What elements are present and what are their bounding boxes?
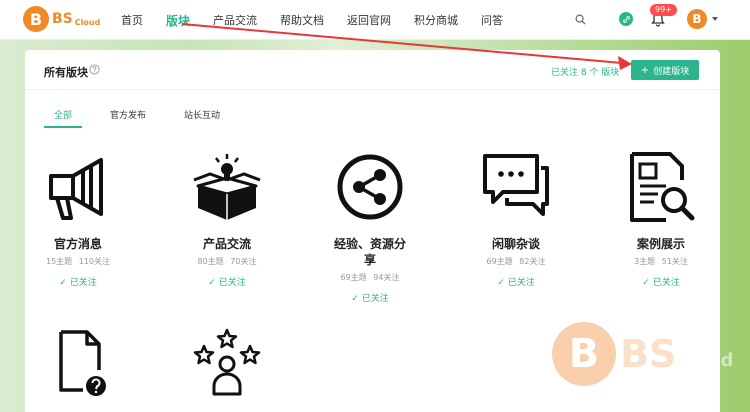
follow-status[interactable]: ✓ 已关注 [456,275,576,288]
board-stats: 69主题 94关注 [310,272,430,283]
board-card[interactable]: 案例展示 3主题 51关注 ✓ 已关注 [601,152,721,288]
watermark-text: BS [620,332,677,376]
page-title: 所有版块 [44,66,88,79]
panel-header: 所有版块 已关注 8 个 版块 + 创建版块 [25,50,720,90]
tab-official[interactable]: 官方发布 [100,102,156,128]
chat-bubbles-icon [483,154,549,216]
nav-official-site[interactable]: 返回官网 [347,12,391,28]
board-follows: 82关注 [519,257,546,266]
board-card[interactable] [167,328,287,402]
follow-label: 已关注 [69,278,97,288]
board-stats: 69主题 82关注 [456,256,576,267]
nav-product-exchange[interactable]: 产品交流 [213,12,257,28]
megaphone-icon [49,158,103,220]
open-box-icon [193,154,261,220]
board-stats: 15主题 110关注 [18,256,138,267]
link-icon[interactable] [619,12,633,26]
share-icon [337,154,403,220]
create-board-label: 创建版块 [653,66,690,77]
document-search-icon [630,152,695,222]
board-name[interactable]: 产品交流 [167,236,287,252]
board-name[interactable]: 经验、资源分享 [330,236,410,268]
nav-boards[interactable]: 版块 [166,12,190,29]
logo-text: BS [52,11,73,27]
follow-status[interactable]: ✓ 已关注 [601,275,721,288]
board-topics: 3主题 [634,257,656,266]
search-icon[interactable] [575,14,586,25]
board-topics: 69主题 [340,273,367,282]
board-name[interactable]: 官方消息 [18,236,138,252]
board-card[interactable]: 闲聊杂谈 69主题 82关注 ✓ 已关注 [456,152,576,288]
follow-status[interactable]: ✓ 已关注 [310,291,430,304]
board-card[interactable] [18,328,138,402]
logo-subtext: Cloud [74,17,101,27]
watermark-subtext: Cloud [676,350,734,371]
watermark-mark: B [552,322,616,386]
board-tabs: 全部 官方发布 站长互动 [44,102,248,128]
top-navbar: B BS Cloud 首页 版块 产品交流 帮助文档 返回官网 积分商城 问答 … [0,0,750,40]
nav-help-docs[interactable]: 帮助文档 [280,12,324,28]
tab-all[interactable]: 全部 [44,102,83,128]
follow-label: 已关注 [361,294,389,304]
logo-mark: B [23,6,49,32]
board-follows: 51关注 [661,257,688,266]
follow-label: 已关注 [218,278,246,288]
board-stats: 80主题 70关注 [167,256,287,267]
tab-webmaster[interactable]: 站长互动 [174,102,230,128]
board-topics: 80主题 [197,257,224,266]
board-card[interactable]: 经验、资源分享 69主题 94关注 ✓ 已关注 [310,152,430,304]
logo[interactable]: B BS Cloud [23,6,100,32]
board-card[interactable]: 产品交流 80主题 70关注 ✓ 已关注 [167,152,287,288]
board-topics: 15主题 [45,257,73,266]
follow-status[interactable]: ✓ 已关注 [167,275,287,288]
user-stars-icon [193,328,261,396]
follow-label: 已关注 [652,278,680,288]
nav-points-mall[interactable]: 积分商城 [414,12,458,28]
help-icon[interactable] [89,64,100,75]
avatar[interactable]: B [687,9,707,29]
create-board-button[interactable]: + 创建版块 [631,60,699,80]
board-stats: 3主题 51关注 [601,256,721,267]
follow-status[interactable]: ✓ 已关注 [18,275,138,288]
nav-qa[interactable]: 问答 [481,12,503,28]
board-name[interactable]: 闲聊杂谈 [456,236,576,252]
followed-count-link[interactable]: 已关注 8 个 版块 [551,65,619,78]
board-topics: 69主题 [486,257,513,266]
board-follows: 94关注 [373,273,400,282]
follow-label: 已关注 [507,278,535,288]
notification-badge: 99+ [650,4,677,16]
document-question-icon [59,330,106,396]
board-follows: 110关注 [78,257,110,266]
board-follows: 70关注 [230,257,257,266]
board-card[interactable]: 官方消息 15主题 110关注 ✓ 已关注 [18,152,138,288]
watermark-logo: B BS Cloud [552,318,742,398]
main-nav: 首页 版块 产品交流 帮助文档 返回官网 积分商城 问答 [121,0,526,40]
plus-icon: + [640,64,650,76]
board-name[interactable]: 案例展示 [601,236,721,252]
nav-home[interactable]: 首页 [121,12,143,28]
chevron-down-icon[interactable] [712,17,718,21]
